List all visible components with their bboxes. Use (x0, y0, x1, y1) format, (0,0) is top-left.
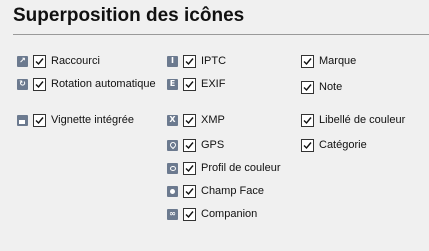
title-divider (13, 34, 429, 35)
gps-label: GPS (201, 139, 225, 151)
option-xmp[interactable]: X XMP (167, 112, 225, 128)
categorie-checkbox[interactable] (301, 138, 314, 152)
vignette-integree-label: Vignette intégrée (51, 114, 134, 126)
face-field-overlay-icon (167, 185, 178, 197)
option-note[interactable]: Note (301, 79, 342, 95)
gps-overlay-icon (167, 139, 178, 151)
exif-label: EXIF (201, 78, 226, 90)
xmp-label: XMP (201, 114, 225, 126)
gps-checkbox[interactable] (183, 138, 196, 152)
option-exif[interactable]: E EXIF (167, 76, 225, 92)
color-profile-overlay-icon (167, 162, 178, 174)
option-companion[interactable]: ∞ Companion (167, 206, 257, 222)
rotation-overlay-icon: ↻ (17, 78, 28, 90)
iptc-overlay-icon: I (167, 55, 178, 67)
libelle-de-couleur-checkbox[interactable] (301, 113, 314, 127)
marque-label: Marque (319, 55, 357, 67)
option-marque[interactable]: Marque (301, 53, 356, 69)
option-iptc[interactable]: I IPTC (167, 53, 226, 69)
champ-face-label: Champ Face (201, 185, 264, 197)
marque-checkbox[interactable] (301, 54, 314, 68)
iptc-checkbox[interactable] (183, 54, 196, 68)
note-checkbox[interactable] (301, 80, 314, 94)
companion-checkbox[interactable] (183, 207, 196, 221)
option-libelle-de-couleur[interactable]: Libellé de couleur (301, 112, 405, 128)
thumbnail-overlay-icon (17, 114, 28, 126)
option-raccourci[interactable]: ↗ Raccourci (17, 53, 100, 69)
option-vignette-integree[interactable]: Vignette intégrée (17, 112, 134, 128)
iptc-label: IPTC (201, 55, 227, 67)
xmp-overlay-icon: X (167, 114, 178, 126)
rotation-automatique-checkbox[interactable] (33, 77, 46, 91)
option-rotation-automatique[interactable]: ↻ Rotation automatique (17, 76, 156, 92)
option-gps[interactable]: GPS (167, 137, 224, 153)
raccourci-label: Raccourci (51, 55, 100, 67)
note-label: Note (319, 81, 343, 93)
exif-checkbox[interactable] (183, 77, 196, 91)
xmp-checkbox[interactable] (183, 113, 196, 127)
option-categorie[interactable]: Catégorie (301, 137, 367, 153)
option-profil-de-couleur[interactable]: Profil de couleur (167, 160, 281, 176)
profil-de-couleur-label: Profil de couleur (201, 162, 281, 174)
rotation-automatique-label: Rotation automatique (51, 78, 156, 90)
exif-overlay-icon: E (167, 78, 178, 90)
champ-face-checkbox[interactable] (183, 184, 196, 198)
companion-label: Companion (201, 208, 258, 220)
companion-overlay-icon: ∞ (167, 208, 178, 220)
shortcut-overlay-icon: ↗ (17, 55, 28, 67)
vignette-integree-checkbox[interactable] (33, 113, 46, 127)
profil-de-couleur-checkbox[interactable] (183, 161, 196, 175)
section-title: Superposition des icônes (13, 5, 245, 26)
raccourci-checkbox[interactable] (33, 54, 46, 68)
libelle-de-couleur-label: Libellé de couleur (319, 114, 406, 126)
categorie-label: Catégorie (319, 139, 367, 151)
option-champ-face[interactable]: Champ Face (167, 183, 264, 199)
